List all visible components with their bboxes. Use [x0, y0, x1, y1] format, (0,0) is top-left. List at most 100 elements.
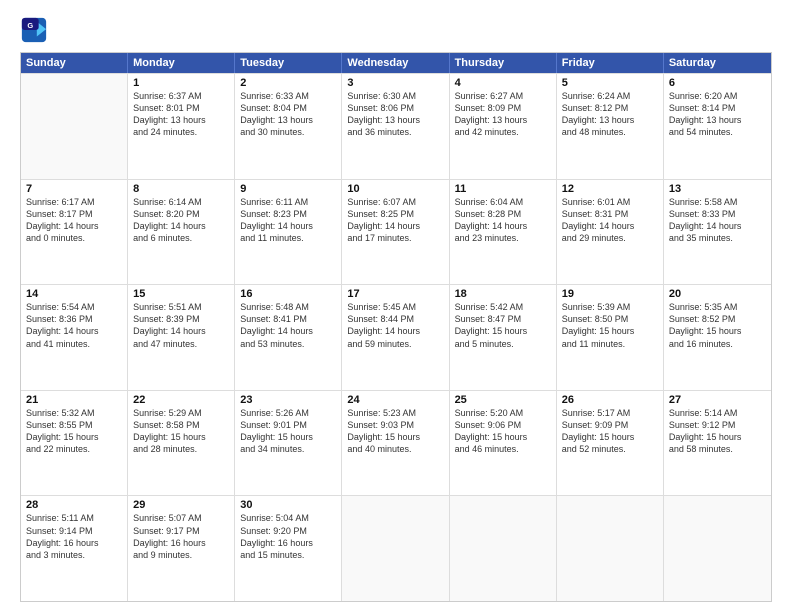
week-row-4: 21Sunrise: 5:32 AM Sunset: 8:55 PM Dayli…: [21, 390, 771, 496]
day-number: 28: [26, 499, 122, 511]
table-row: 4Sunrise: 6:27 AM Sunset: 8:09 PM Daylig…: [450, 74, 557, 179]
cell-info: Sunrise: 5:42 AM Sunset: 8:47 PM Dayligh…: [455, 301, 551, 350]
table-row: 28Sunrise: 5:11 AM Sunset: 9:14 PM Dayli…: [21, 496, 128, 601]
cell-info: Sunrise: 6:37 AM Sunset: 8:01 PM Dayligh…: [133, 90, 229, 139]
table-row: 6Sunrise: 6:20 AM Sunset: 8:14 PM Daylig…: [664, 74, 771, 179]
cell-info: Sunrise: 5:32 AM Sunset: 8:55 PM Dayligh…: [26, 407, 122, 456]
cell-info: Sunrise: 6:24 AM Sunset: 8:12 PM Dayligh…: [562, 90, 658, 139]
cell-info: Sunrise: 5:39 AM Sunset: 8:50 PM Dayligh…: [562, 301, 658, 350]
day-number: 26: [562, 394, 658, 406]
weekday-header-tuesday: Tuesday: [235, 53, 342, 73]
cell-info: Sunrise: 5:45 AM Sunset: 8:44 PM Dayligh…: [347, 301, 443, 350]
svg-text:G: G: [27, 21, 33, 30]
table-row: 8Sunrise: 6:14 AM Sunset: 8:20 PM Daylig…: [128, 180, 235, 285]
table-row: 26Sunrise: 5:17 AM Sunset: 9:09 PM Dayli…: [557, 391, 664, 496]
table-row: 5Sunrise: 6:24 AM Sunset: 8:12 PM Daylig…: [557, 74, 664, 179]
weekday-header-friday: Friday: [557, 53, 664, 73]
cell-info: Sunrise: 5:58 AM Sunset: 8:33 PM Dayligh…: [669, 196, 766, 245]
day-number: 5: [562, 77, 658, 89]
table-row: 11Sunrise: 6:04 AM Sunset: 8:28 PM Dayli…: [450, 180, 557, 285]
table-row: 12Sunrise: 6:01 AM Sunset: 8:31 PM Dayli…: [557, 180, 664, 285]
day-number: 22: [133, 394, 229, 406]
day-number: 21: [26, 394, 122, 406]
day-number: 14: [26, 288, 122, 300]
table-row: 29Sunrise: 5:07 AM Sunset: 9:17 PM Dayli…: [128, 496, 235, 601]
table-row: 30Sunrise: 5:04 AM Sunset: 9:20 PM Dayli…: [235, 496, 342, 601]
table-row: 9Sunrise: 6:11 AM Sunset: 8:23 PM Daylig…: [235, 180, 342, 285]
table-row: 27Sunrise: 5:14 AM Sunset: 9:12 PM Dayli…: [664, 391, 771, 496]
day-number: 4: [455, 77, 551, 89]
cell-info: Sunrise: 6:01 AM Sunset: 8:31 PM Dayligh…: [562, 196, 658, 245]
week-row-5: 28Sunrise: 5:11 AM Sunset: 9:14 PM Dayli…: [21, 495, 771, 601]
table-row: 24Sunrise: 5:23 AM Sunset: 9:03 PM Dayli…: [342, 391, 449, 496]
cell-info: Sunrise: 6:04 AM Sunset: 8:28 PM Dayligh…: [455, 196, 551, 245]
table-row: 3Sunrise: 6:30 AM Sunset: 8:06 PM Daylig…: [342, 74, 449, 179]
calendar-body: 1Sunrise: 6:37 AM Sunset: 8:01 PM Daylig…: [21, 73, 771, 601]
cell-info: Sunrise: 6:17 AM Sunset: 8:17 PM Dayligh…: [26, 196, 122, 245]
day-number: 19: [562, 288, 658, 300]
day-number: 1: [133, 77, 229, 89]
cell-info: Sunrise: 6:14 AM Sunset: 8:20 PM Dayligh…: [133, 196, 229, 245]
cell-info: Sunrise: 5:07 AM Sunset: 9:17 PM Dayligh…: [133, 512, 229, 561]
cell-info: Sunrise: 5:04 AM Sunset: 9:20 PM Dayligh…: [240, 512, 336, 561]
calendar-header: SundayMondayTuesdayWednesdayThursdayFrid…: [21, 53, 771, 73]
cell-info: Sunrise: 6:33 AM Sunset: 8:04 PM Dayligh…: [240, 90, 336, 139]
weekday-header-thursday: Thursday: [450, 53, 557, 73]
day-number: 16: [240, 288, 336, 300]
day-number: 17: [347, 288, 443, 300]
week-row-1: 1Sunrise: 6:37 AM Sunset: 8:01 PM Daylig…: [21, 73, 771, 179]
day-number: 2: [240, 77, 336, 89]
table-row: 2Sunrise: 6:33 AM Sunset: 8:04 PM Daylig…: [235, 74, 342, 179]
day-number: 10: [347, 183, 443, 195]
table-row: 16Sunrise: 5:48 AM Sunset: 8:41 PM Dayli…: [235, 285, 342, 390]
table-row: 14Sunrise: 5:54 AM Sunset: 8:36 PM Dayli…: [21, 285, 128, 390]
table-row: [342, 496, 449, 601]
day-number: 29: [133, 499, 229, 511]
page: G SundayMondayTuesdayWednesdayThursdayFr…: [0, 0, 792, 612]
table-row: 23Sunrise: 5:26 AM Sunset: 9:01 PM Dayli…: [235, 391, 342, 496]
table-row: 25Sunrise: 5:20 AM Sunset: 9:06 PM Dayli…: [450, 391, 557, 496]
day-number: 27: [669, 394, 766, 406]
table-row: 7Sunrise: 6:17 AM Sunset: 8:17 PM Daylig…: [21, 180, 128, 285]
table-row: 15Sunrise: 5:51 AM Sunset: 8:39 PM Dayli…: [128, 285, 235, 390]
cell-info: Sunrise: 5:23 AM Sunset: 9:03 PM Dayligh…: [347, 407, 443, 456]
table-row: 19Sunrise: 5:39 AM Sunset: 8:50 PM Dayli…: [557, 285, 664, 390]
weekday-header-wednesday: Wednesday: [342, 53, 449, 73]
weekday-header-saturday: Saturday: [664, 53, 771, 73]
day-number: 3: [347, 77, 443, 89]
table-row: 10Sunrise: 6:07 AM Sunset: 8:25 PM Dayli…: [342, 180, 449, 285]
logo-icon: G: [20, 16, 48, 44]
week-row-2: 7Sunrise: 6:17 AM Sunset: 8:17 PM Daylig…: [21, 179, 771, 285]
cell-info: Sunrise: 6:11 AM Sunset: 8:23 PM Dayligh…: [240, 196, 336, 245]
day-number: 20: [669, 288, 766, 300]
day-number: 11: [455, 183, 551, 195]
cell-info: Sunrise: 5:29 AM Sunset: 8:58 PM Dayligh…: [133, 407, 229, 456]
table-row: 17Sunrise: 5:45 AM Sunset: 8:44 PM Dayli…: [342, 285, 449, 390]
day-number: 18: [455, 288, 551, 300]
day-number: 9: [240, 183, 336, 195]
cell-info: Sunrise: 6:30 AM Sunset: 8:06 PM Dayligh…: [347, 90, 443, 139]
table-row: 20Sunrise: 5:35 AM Sunset: 8:52 PM Dayli…: [664, 285, 771, 390]
day-number: 6: [669, 77, 766, 89]
table-row: [664, 496, 771, 601]
table-row: 1Sunrise: 6:37 AM Sunset: 8:01 PM Daylig…: [128, 74, 235, 179]
cell-info: Sunrise: 5:51 AM Sunset: 8:39 PM Dayligh…: [133, 301, 229, 350]
day-number: 7: [26, 183, 122, 195]
weekday-header-sunday: Sunday: [21, 53, 128, 73]
week-row-3: 14Sunrise: 5:54 AM Sunset: 8:36 PM Dayli…: [21, 284, 771, 390]
cell-info: Sunrise: 6:20 AM Sunset: 8:14 PM Dayligh…: [669, 90, 766, 139]
header: G: [20, 16, 772, 44]
table-row: 13Sunrise: 5:58 AM Sunset: 8:33 PM Dayli…: [664, 180, 771, 285]
day-number: 8: [133, 183, 229, 195]
cell-info: Sunrise: 5:14 AM Sunset: 9:12 PM Dayligh…: [669, 407, 766, 456]
cell-info: Sunrise: 5:26 AM Sunset: 9:01 PM Dayligh…: [240, 407, 336, 456]
table-row: 21Sunrise: 5:32 AM Sunset: 8:55 PM Dayli…: [21, 391, 128, 496]
table-row: 18Sunrise: 5:42 AM Sunset: 8:47 PM Dayli…: [450, 285, 557, 390]
day-number: 23: [240, 394, 336, 406]
day-number: 12: [562, 183, 658, 195]
logo: G: [20, 16, 50, 44]
day-number: 25: [455, 394, 551, 406]
cell-info: Sunrise: 5:35 AM Sunset: 8:52 PM Dayligh…: [669, 301, 766, 350]
cell-info: Sunrise: 6:07 AM Sunset: 8:25 PM Dayligh…: [347, 196, 443, 245]
table-row: [450, 496, 557, 601]
